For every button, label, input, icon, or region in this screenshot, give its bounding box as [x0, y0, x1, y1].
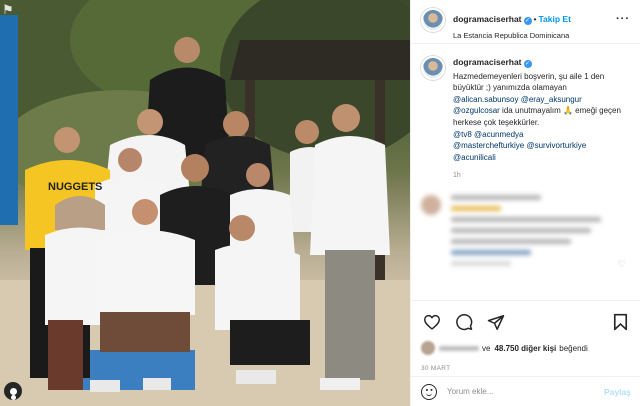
- tag-people-icon[interactable]: ⚑: [2, 2, 14, 18]
- avatar: [421, 341, 435, 355]
- username-link[interactable]: dogramaciserhat: [453, 14, 522, 24]
- action-row: [421, 311, 631, 333]
- mention-link[interactable]: @eray_aksungur: [521, 95, 582, 104]
- caption-text: Hazmedemeyenleri boşverin, şu aile 1 den…: [453, 71, 630, 129]
- user-tags-icon[interactable]: [4, 382, 22, 400]
- caption-username-link[interactable]: dogramaciserhat: [453, 57, 522, 67]
- bookmark-icon[interactable]: [609, 312, 631, 332]
- group-photo-illustration: NUGGETS: [0, 0, 410, 406]
- comments-section: dogramaciserhat ✓ Hazmedemeyenleri boşver…: [411, 44, 640, 300]
- actions-section: ve 48.750 diğer kişi beğendi 30 MART: [411, 300, 640, 372]
- tag-line[interactable]: @acunilicali: [453, 152, 630, 164]
- tag-line[interactable]: @tv8 @acunmedya: [453, 129, 630, 141]
- heart-icon[interactable]: [421, 312, 443, 332]
- header-text: dogramaciserhat ✓ • Takip Et La Estancia Re…: [453, 8, 571, 40]
- comment-input[interactable]: [447, 387, 605, 396]
- avatar[interactable]: [421, 8, 445, 32]
- post-photo[interactable]: NUGGETS ⚑: [0, 0, 410, 406]
- avatar: [421, 195, 441, 216]
- caption-body: dogramaciserhat ✓ Hazmedemeyenleri boşver…: [453, 56, 630, 181]
- post-header: dogramaciserhat ✓ • Takip Et La Estancia Re…: [411, 0, 640, 44]
- caption: dogramaciserhat ✓ Hazmedemeyenleri boşver…: [421, 56, 630, 181]
- blurred-comment: [421, 195, 630, 272]
- separator: •: [533, 14, 537, 24]
- comment-icon[interactable]: [453, 312, 475, 332]
- post-side-panel: dogramaciserhat ✓ • Takip Et La Estancia Re…: [410, 0, 640, 406]
- location-link[interactable]: La Estancia Republica Dominicana: [453, 31, 571, 40]
- likes-suffix: beğendi: [559, 343, 588, 353]
- share-icon[interactable]: [485, 312, 507, 332]
- verified-badge-icon: ✓: [523, 60, 532, 68]
- time-ago: 1h: [453, 172, 461, 180]
- ellipsis-icon[interactable]: ···: [616, 13, 630, 25]
- svg-text:NUGGETS: NUGGETS: [48, 181, 102, 193]
- likes-and: ve: [482, 343, 491, 353]
- verified-badge-icon: ✓: [523, 17, 532, 25]
- follow-button[interactable]: Takip Et: [538, 14, 570, 24]
- avatar[interactable]: [421, 56, 445, 80]
- emoji-icon[interactable]: [421, 383, 437, 400]
- tag-line[interactable]: @masterchefturkiye @survivorturkiye: [453, 140, 630, 152]
- comment-box: Paylaş: [411, 376, 640, 406]
- post-comment-button[interactable]: Paylaş: [604, 387, 631, 397]
- comment-like-icon[interactable]: ♡: [618, 259, 626, 270]
- caption-text-1: Hazmedemeyenleri boşverin, şu aile 1 den…: [453, 71, 605, 93]
- likes-count-link[interactable]: 48.750 diğer kişi: [494, 344, 556, 353]
- mention-link[interactable]: @ozgulcosar: [453, 106, 500, 115]
- blurred-comment-text: [451, 195, 611, 272]
- likes-row: ve 48.750 diğer kişi beğendi: [421, 341, 631, 355]
- post-date: 30 MART: [421, 365, 451, 372]
- blurred-liker-name: [439, 345, 479, 351]
- mention-link[interactable]: @alican.sabunsoy: [453, 95, 519, 104]
